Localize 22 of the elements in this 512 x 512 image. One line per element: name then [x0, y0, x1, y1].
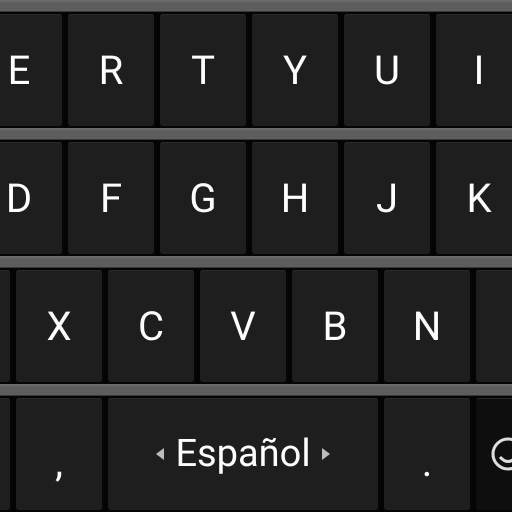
letter-key[interactable]: X	[16, 270, 102, 382]
language-key[interactable]: Español	[108, 398, 378, 510]
letter-key[interactable]: R	[68, 14, 154, 126]
letter-key[interactable]: H	[252, 142, 338, 254]
right-arrow-icon	[320, 447, 331, 461]
letter-key[interactable]: G	[160, 142, 246, 254]
letter-key[interactable]: E	[0, 14, 62, 126]
letter-key[interactable]: B	[292, 270, 378, 382]
letter-key[interactable]: Y	[252, 14, 338, 126]
letter-key[interactable]: I	[436, 14, 512, 126]
letter-key[interactable]: C	[108, 270, 194, 382]
letter-key[interactable]: F	[68, 142, 154, 254]
letter-key[interactable]: J	[344, 142, 430, 254]
left-arrow-icon	[155, 447, 166, 461]
letter-key[interactable]: N	[384, 270, 470, 382]
punctuation-key[interactable]: .	[384, 398, 470, 510]
letter-key[interactable]: U	[344, 14, 430, 126]
letter-key[interactable]: D	[0, 142, 62, 254]
letter-key[interactable]: V	[200, 270, 286, 382]
letter-key[interactable]: T	[160, 14, 246, 126]
punctuation-key[interactable]: ,	[16, 398, 102, 510]
letter-key[interactable]: K	[436, 142, 512, 254]
